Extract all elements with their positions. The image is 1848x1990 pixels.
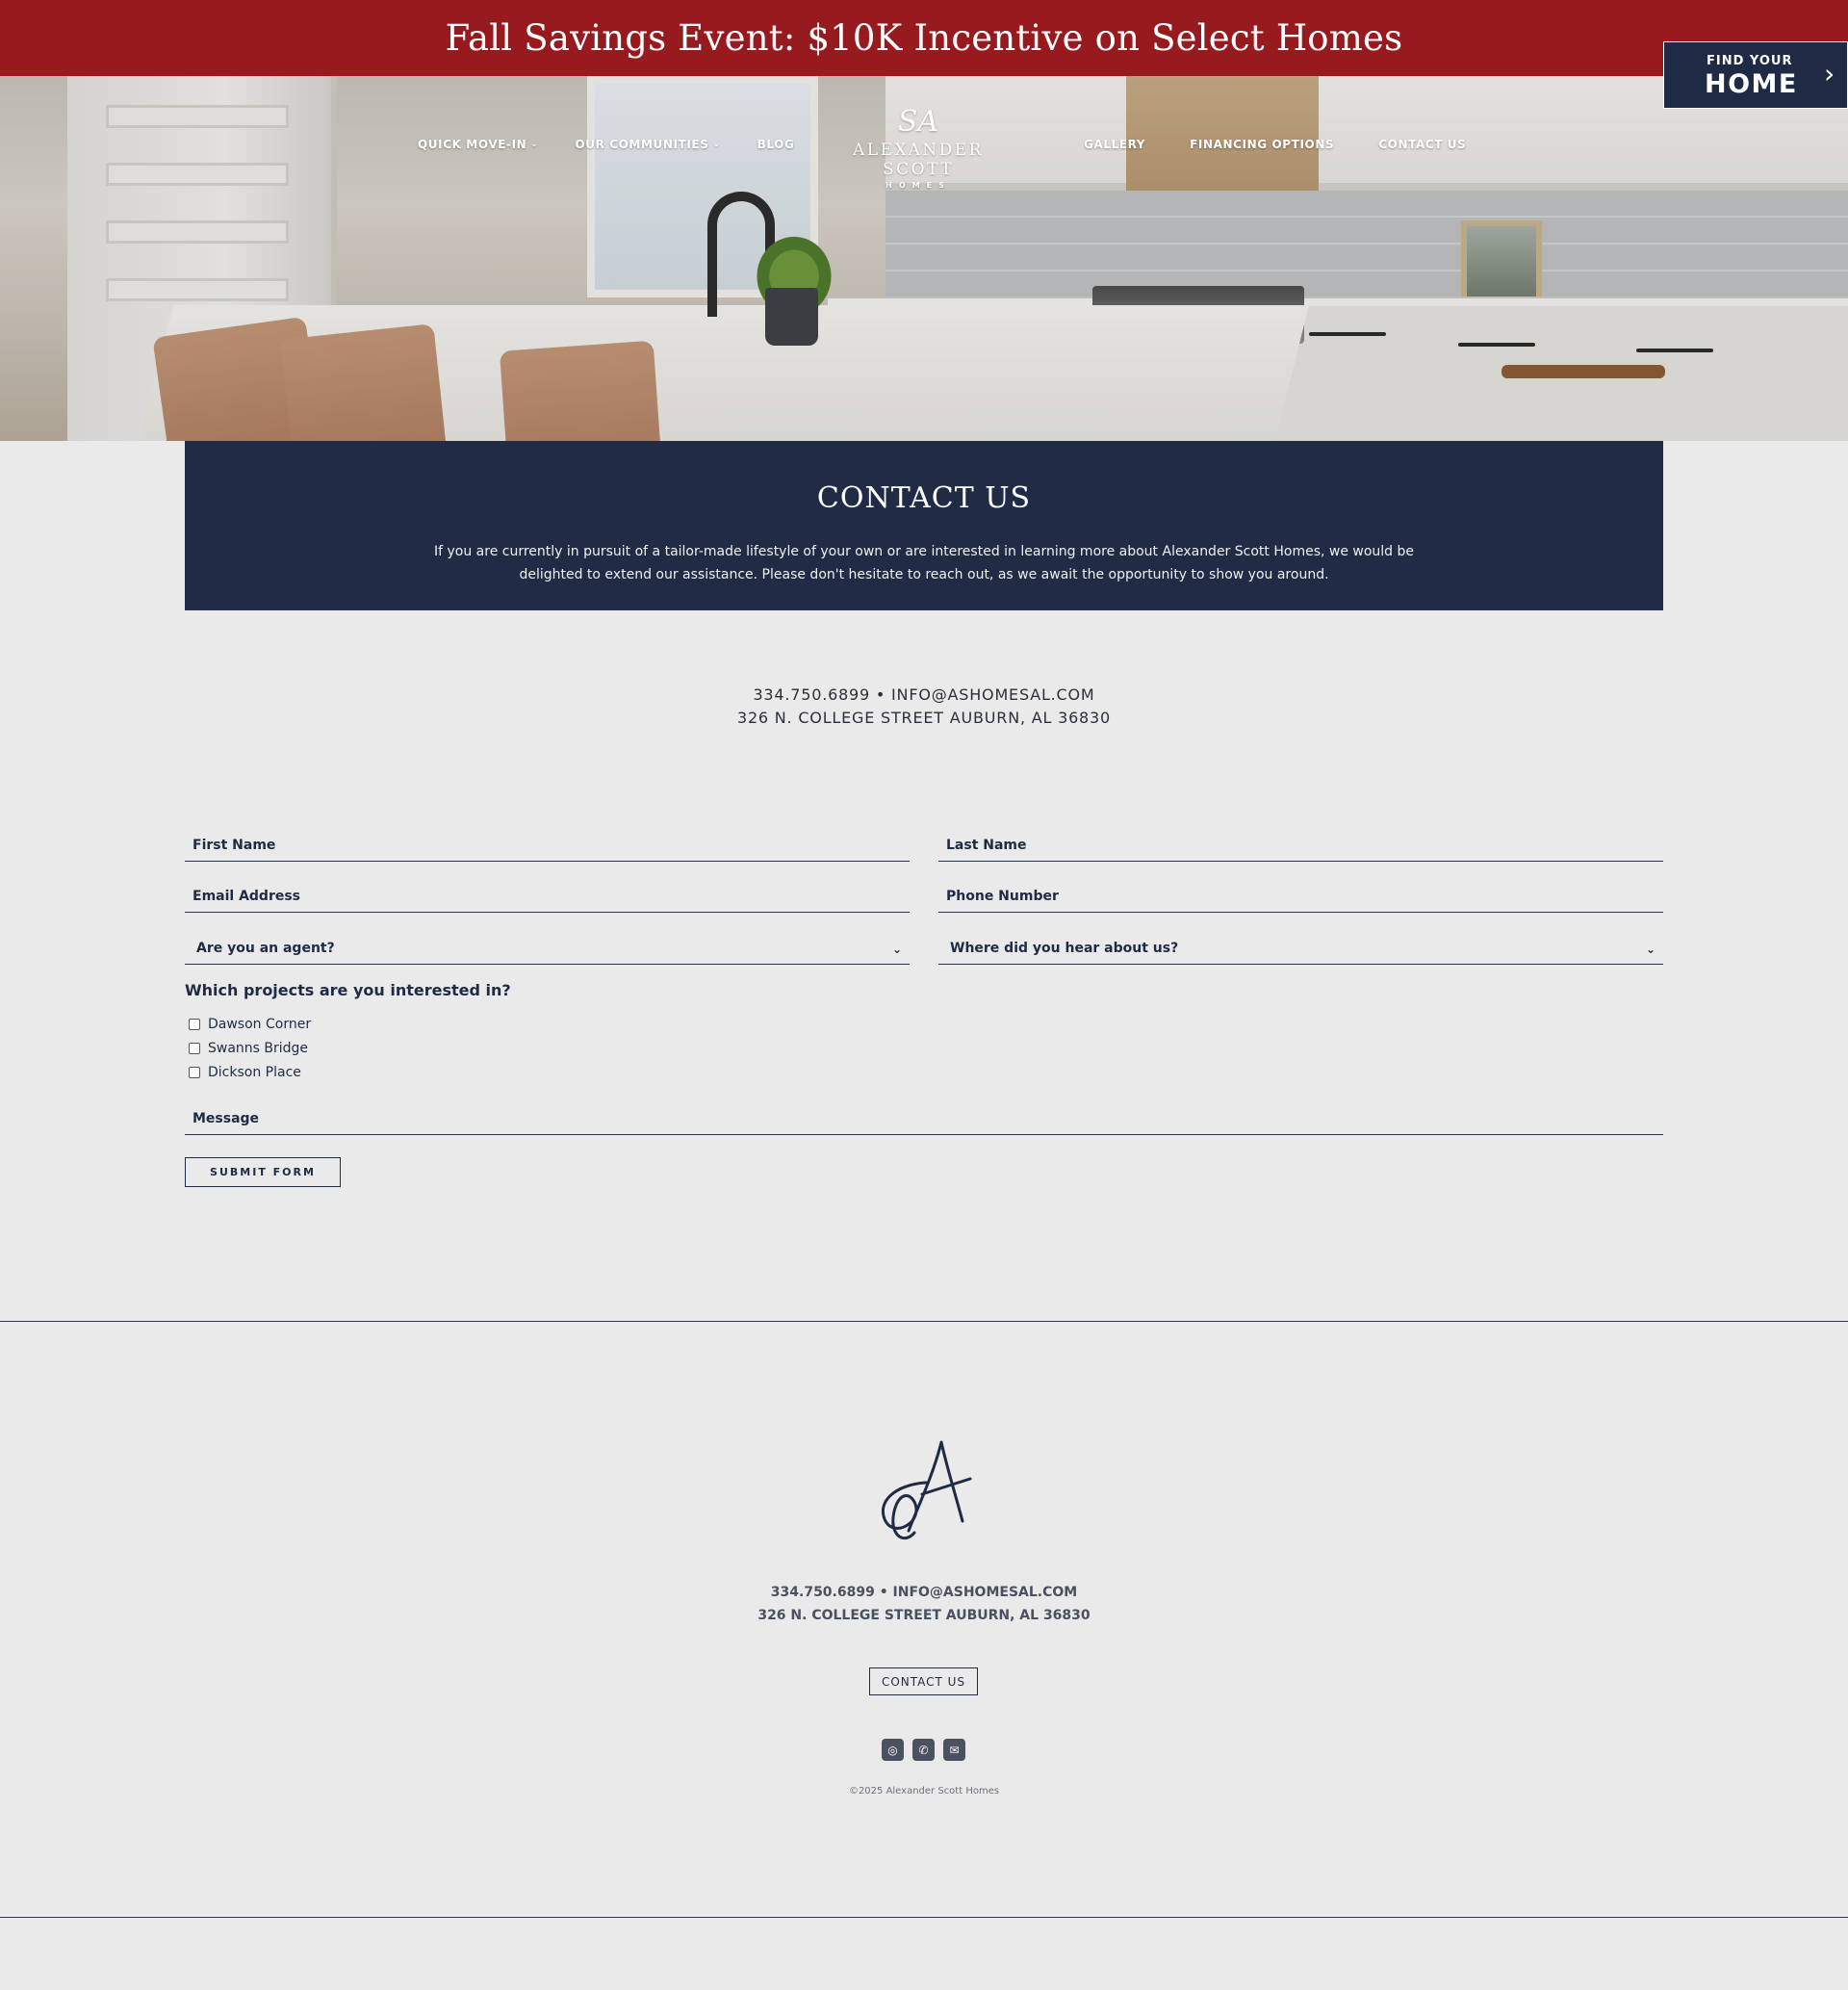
checkbox[interactable] (189, 1043, 200, 1054)
logo-mark: SA (897, 105, 939, 139)
footer-divider-top (0, 1321, 1848, 1322)
chevron-down-icon: ⌄ (712, 140, 721, 149)
project-checkbox-dawson-corner[interactable]: Dawson Corner (189, 1017, 311, 1032)
first-name-field[interactable] (185, 827, 910, 862)
chevron-down-icon: ⌄ (891, 943, 902, 956)
projects-label: Which projects are you interested in? (185, 981, 511, 999)
find-your-home-button[interactable]: FIND YOUR HOME › (1663, 41, 1848, 109)
phone-icon[interactable]: ✆ (912, 1739, 935, 1761)
nav-item-contact-us[interactable]: CONTACT US (1378, 138, 1466, 151)
project-checkbox-dickson-place[interactable]: Dickson Place (189, 1065, 301, 1080)
checkbox-label: Dawson Corner (208, 1017, 312, 1032)
nav-label: OUR COMMUNITIES (575, 138, 709, 151)
find-home-small: FIND YOUR (1707, 54, 1793, 68)
phone-input[interactable] (946, 889, 1656, 904)
first-name-input[interactable] (192, 838, 902, 853)
footer-line-address: 326 N. COLLEGE STREET AUBURN, AL 36830 (757, 1608, 1091, 1623)
promo-text: Fall Savings Event: $10K Incentive on Se… (445, 17, 1403, 59)
submit-form-button[interactable]: SUBMIT FORM (185, 1157, 341, 1187)
footer-line-phone-email[interactable]: 334.750.6899 • INFO@ASHOMESAL.COM (0, 1581, 1848, 1604)
mail-icon[interactable]: ✉ (943, 1739, 965, 1761)
message-field[interactable] (185, 1100, 1663, 1135)
nav-item-quick-move-in[interactable]: QUICK MOVE-IN ⌄ (418, 138, 538, 151)
nav-label: CONTACT US (1378, 138, 1467, 151)
contact-intro: If you are currently in pursuit of a tai… (433, 544, 1415, 582)
footer-divider-bottom (0, 1917, 1848, 1918)
copyright: ©2025 Alexander Scott Homes (848, 1786, 1000, 1796)
chevron-down-icon: ⌄ (530, 140, 539, 149)
nav-item-financing-options[interactable]: FINANCING OPTIONS (1190, 138, 1334, 151)
page-title: CONTACT US (816, 481, 1032, 515)
agent-select[interactable]: Are you an agent? ⌄ (185, 930, 910, 965)
find-home-big: HOME (1705, 69, 1798, 99)
source-select[interactable]: Where did you hear about us? ⌄ (938, 930, 1663, 965)
promo-banner[interactable]: Fall Savings Event: $10K Incentive on Se… (0, 0, 1848, 76)
contact-info: 334.750.6899 • INFO@ASHOMESAL.COM 326 N.… (0, 684, 1848, 730)
nav-label: QUICK MOVE-IN (418, 138, 527, 151)
site-logo[interactable]: SA ALEXANDER SCOTT HOMES (820, 104, 1016, 190)
contact-line-phone-email[interactable]: 334.750.6899 • INFO@ASHOMESAL.COM (0, 684, 1848, 707)
checkbox[interactable] (189, 1019, 200, 1030)
email-field[interactable] (185, 878, 910, 913)
footer-contact-info: 334.750.6899 • INFO@ASHOMESAL.COM 326 N.… (0, 1581, 1848, 1627)
nav-label: BLOG (757, 138, 795, 151)
logo-name: ALEXANDER SCOTT (853, 141, 984, 179)
footer-logo-mark-icon (881, 1440, 972, 1539)
email-input[interactable] (192, 889, 902, 904)
last-name-field[interactable] (938, 827, 1663, 862)
contact-header: CONTACT US If you are currently in pursu… (185, 441, 1663, 610)
nav-item-blog[interactable]: BLOG (757, 138, 795, 151)
nav-item-gallery[interactable]: GALLERY (1084, 138, 1145, 151)
checkbox[interactable] (189, 1067, 200, 1078)
nav-left: QUICK MOVE-IN ⌄ OUR COMMUNITIES ⌄ BLOG (418, 125, 794, 164)
phone-field[interactable] (938, 878, 1663, 913)
instagram-icon[interactable]: ◎ (882, 1739, 904, 1761)
chevron-down-icon: ⌄ (1645, 943, 1656, 956)
nav-right: GALLERY FINANCING OPTIONS CONTACT US (1084, 125, 1466, 164)
logo-sub: HOMES (886, 181, 951, 190)
last-name-input[interactable] (946, 838, 1656, 853)
nav-label: GALLERY (1084, 138, 1146, 151)
nav-label: FINANCING OPTIONS (1190, 138, 1335, 151)
nav-item-our-communities[interactable]: OUR COMMUNITIES ⌄ (575, 138, 720, 151)
chevron-right-icon: › (1824, 58, 1835, 90)
checkbox-label: Dickson Place (208, 1065, 301, 1080)
source-select-value: Where did you hear about us? (950, 941, 1179, 956)
checkbox-label: Swanns Bridge (208, 1041, 309, 1056)
contact-line-address: 326 N. COLLEGE STREET AUBURN, AL 36830 (736, 709, 1112, 727)
project-checkbox-swanns-bridge[interactable]: Swanns Bridge (189, 1041, 308, 1056)
agent-select-value: Are you an agent? (196, 941, 335, 956)
message-input[interactable] (192, 1111, 1656, 1126)
footer-contact-us-button[interactable]: CONTACT US (869, 1667, 978, 1695)
